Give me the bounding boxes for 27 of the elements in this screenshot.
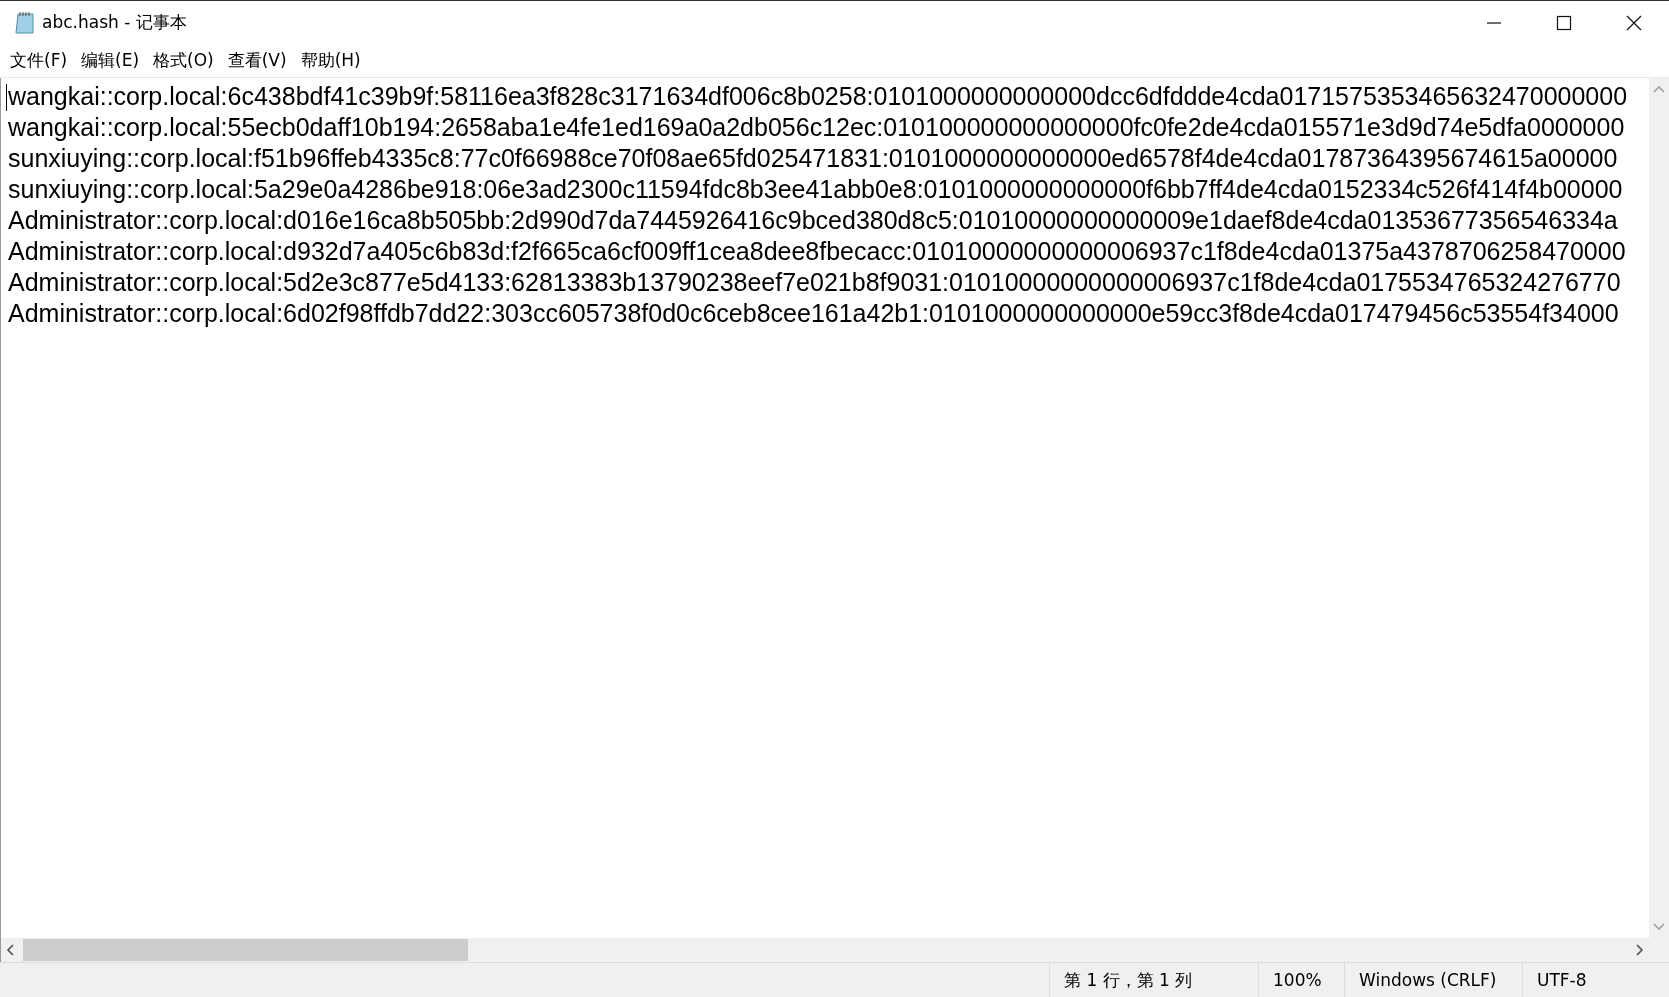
menu-item[interactable]: 文件(F) — [3, 49, 75, 72]
text-line: sunxiuying::corp.local:f51b96ffeb4335c8:77c0f66988ce70f08ae65fd025471831:0101000000000000ed6578f4de4cda01787364395674615a00000 — [8, 143, 1618, 174]
scroll-left-icon[interactable] — [5, 944, 17, 956]
scroll-down-icon[interactable] — [1653, 920, 1665, 932]
text-line: Administrator::corp.local:6d02f98ffdb7dd22:303cc605738f0d0c6ceb8cee161a42b1:0101000000000000e59cc3f8de4cda017479456c53554f34000 — [8, 298, 1619, 329]
scrollbar-thumb[interactable] — [23, 939, 468, 961]
minimize-icon — [1486, 21, 1502, 24]
text-line: wangkai::corp.local:6c438bdf41c39b9f:58116ea3f828c3171634df006c8b0258:0101000000000000dcc6dfddde4cda0171575353465632470000000 — [8, 81, 1628, 112]
close-icon — [1626, 14, 1642, 31]
menu-item[interactable]: 格式(O) — [146, 49, 221, 72]
scroll-right-icon[interactable] — [1633, 944, 1645, 956]
menu-item[interactable]: 查看(V) — [220, 49, 294, 72]
zoom-level: 100% — [1258, 963, 1344, 997]
window-title: abc.hash - 记事本 — [42, 11, 188, 34]
text-line: Administrator::corp.local:d932d7a405c6b83d:f2f665ca6cf009ff1cea8dee8fbecacc:01010000000000006937c1f8de4cda01375a4378706258470000 — [8, 236, 1626, 267]
menu-item[interactable]: 编辑(E) — [74, 49, 147, 72]
text-line: sunxiuying::corp.local:5a29e0a4286be918:06e3ad2300c11594fdc8b3ee41abb0e8:0101000000000000f6bb7ff4de4cda0152334c526f414f4b00000 — [8, 174, 1623, 205]
text-line: Administrator::corp.local:d016e16ca8b505bb:2d990d7da7445926416c9bced380d8c5:01010000000000009e1daef8de4cda01353677356546334a — [8, 205, 1618, 236]
text-line: wangkai::corp.local:55ecb0daff10b194:2658aba1e4fe1ed169a0a2db056c12ec:010100000000000000fc0fe2de4cda015571e3d9d74e5dfa0000000 — [8, 112, 1625, 143]
line-ending: Windows (CRLF) — [1344, 963, 1522, 997]
text-caret — [6, 84, 7, 111]
notepad-icon — [14, 10, 36, 35]
encoding: UTF-8 — [1522, 963, 1669, 997]
text-line: Administrator::corp.local:5d2e3c877e5d4133:62813383b13790238eef7e021b8f9031:01010000000000006937c1f8de4cda0175534765324276770 — [8, 267, 1621, 298]
menu-item[interactable]: 帮助(H) — [293, 49, 368, 72]
maximize-icon — [1556, 14, 1572, 31]
cursor-position: 第 1 行，第 1 列 — [1049, 963, 1258, 997]
